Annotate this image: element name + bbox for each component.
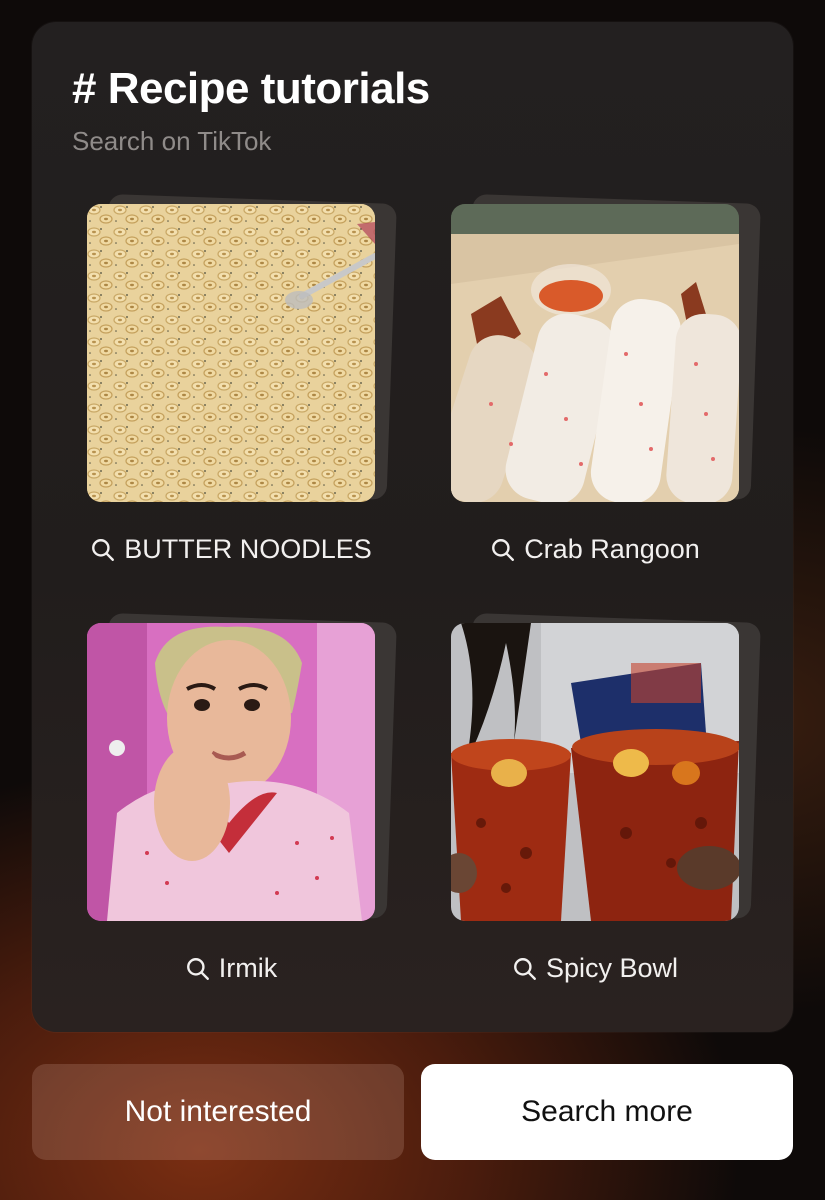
search-icon bbox=[514, 957, 536, 980]
crab-rolls-photo bbox=[451, 204, 739, 502]
card-subtitle: Search on TikTok bbox=[72, 126, 272, 156]
search-icon bbox=[186, 957, 209, 980]
suggestion-label[interactable]: Irmik bbox=[87, 953, 375, 984]
suggestion-text: BUTTER NOODLES bbox=[124, 534, 372, 564]
search-icon bbox=[492, 538, 515, 561]
recipe-tutorials-card: # Recipe tutorials Search on TikTok BUTT… bbox=[32, 22, 793, 1032]
search-more-button[interactable]: Search more bbox=[421, 1064, 793, 1160]
search-icon bbox=[92, 538, 115, 561]
suggestion-tile-irmik[interactable]: Irmik bbox=[87, 613, 397, 984]
not-interested-button[interactable]: Not interested bbox=[32, 1064, 404, 1160]
suggestion-text: Crab Rangoon bbox=[524, 534, 700, 564]
suggestion-label[interactable]: Spicy Bowl bbox=[451, 953, 739, 984]
thumbnail-image[interactable] bbox=[87, 623, 375, 921]
thumbnail-image[interactable] bbox=[87, 204, 375, 502]
thumbnail-image[interactable] bbox=[451, 204, 739, 502]
suggestion-tile-crab-rangoon[interactable]: Crab Rangoon bbox=[451, 194, 761, 565]
spicy-cups-photo bbox=[451, 623, 739, 921]
suggestion-tile-spicy-bowl[interactable]: Spicy Bowl bbox=[451, 613, 761, 984]
card-title: # Recipe tutorials bbox=[72, 64, 430, 113]
suggestion-tile-butter-noodles[interactable]: BUTTER NOODLES bbox=[87, 194, 397, 565]
suggestion-text: Spicy Bowl bbox=[545, 953, 679, 983]
suggestion-label[interactable]: BUTTER NOODLES bbox=[87, 534, 375, 565]
person-photo bbox=[87, 623, 375, 921]
pasta-photo bbox=[87, 204, 375, 502]
suggestion-text: Irmik bbox=[218, 953, 278, 983]
thumbnail-image[interactable] bbox=[451, 623, 739, 921]
suggestion-label[interactable]: Crab Rangoon bbox=[451, 534, 739, 565]
